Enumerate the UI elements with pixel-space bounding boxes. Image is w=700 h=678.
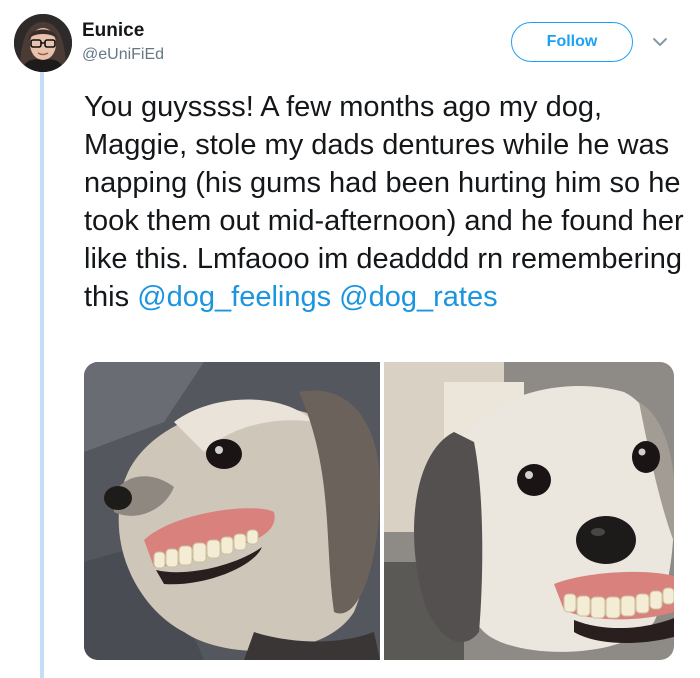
follow-button[interactable]: Follow [511,22,633,62]
tweet-photo-1[interactable] [84,362,380,660]
chevron-down-icon[interactable] [652,36,668,48]
mention-dog-feelings[interactable]: @dog_feelings [137,281,331,313]
tweet-body: You guyssss! A few months ago my dog, Ma… [84,91,684,313]
mention-dog-rates[interactable]: @dog_rates [339,281,497,313]
thread-line [40,72,44,678]
tweet-text: You guyssss! A few months ago my dog, Ma… [84,88,684,316]
display-name[interactable]: Eunice [82,20,144,42]
tweet-photo-2[interactable] [384,362,674,660]
user-handle[interactable]: @eUniFiEd [82,46,164,64]
avatar[interactable] [14,14,72,72]
